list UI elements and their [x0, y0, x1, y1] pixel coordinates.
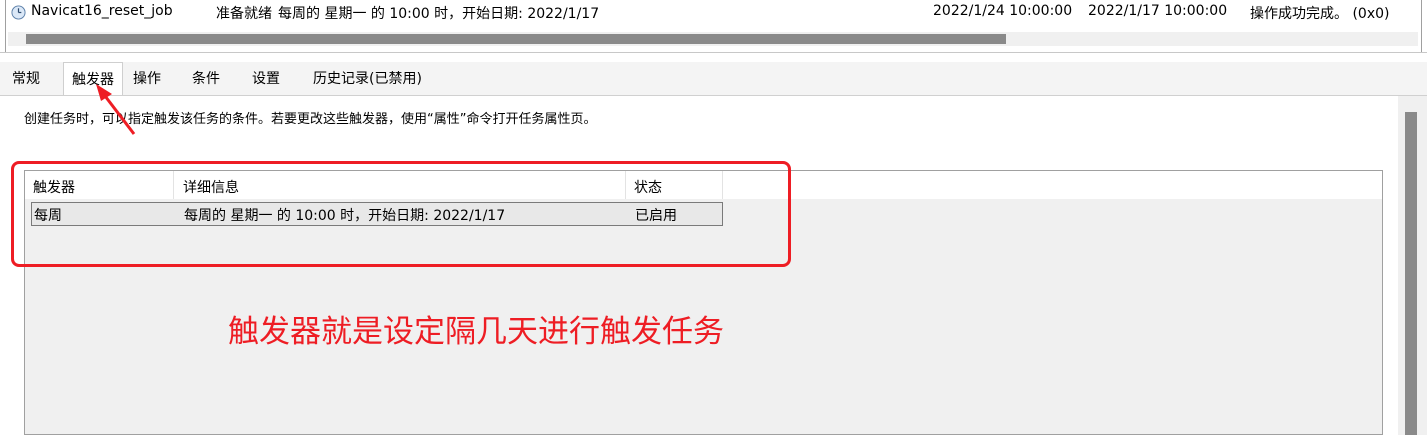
panel-border-right [1421, 0, 1422, 52]
task-trigger-summary: 每周的 星期一 的 10:00 时，开始日期: 2022/1/17 [278, 6, 600, 22]
tab-settings[interactable]: 设置 [252, 68, 280, 88]
tab-actions[interactable]: 操作 [133, 68, 161, 88]
task-row[interactable]: Navicat16_reset_job 准备就绪 每周的 星期一 的 10:00… [0, 0, 1427, 26]
triggers-description: 创建任务时，可以指定触发该任务的条件。若要更改这些触发器，使用“属性”命令打开任… [24, 112, 597, 127]
task-last-run: 2022/1/17 10:00:00 [1088, 3, 1228, 19]
clock-icon [11, 5, 26, 20]
vertical-scrollbar-thumb[interactable] [1405, 112, 1417, 435]
task-next-run: 2022/1/24 10:00:00 [933, 3, 1073, 19]
tab-general[interactable]: 常规 [12, 68, 40, 88]
annotation-highlight-box [11, 161, 791, 267]
tab-conditions[interactable]: 条件 [192, 68, 220, 88]
task-list-panel: Navicat16_reset_job 准备就绪 每周的 星期一 的 10:00… [0, 0, 1427, 53]
annotation-text: 触发器就是设定隔几天进行触发任务 [228, 314, 724, 350]
task-last-result: 操作成功完成。 (0x0) [1250, 6, 1390, 22]
tab-history[interactable]: 历史记录(已禁用) [313, 68, 422, 88]
horizontal-scrollbar-thumb[interactable] [26, 34, 1006, 44]
task-name: Navicat16_reset_job [31, 3, 173, 19]
tab-triggers[interactable]: 触发器 [63, 62, 123, 95]
tab-strip: 常规 触发器 操作 条件 设置 历史记录(已禁用) [0, 62, 1427, 95]
task-status: 准备就绪 [216, 6, 272, 22]
panel-border-left [5, 0, 6, 52]
